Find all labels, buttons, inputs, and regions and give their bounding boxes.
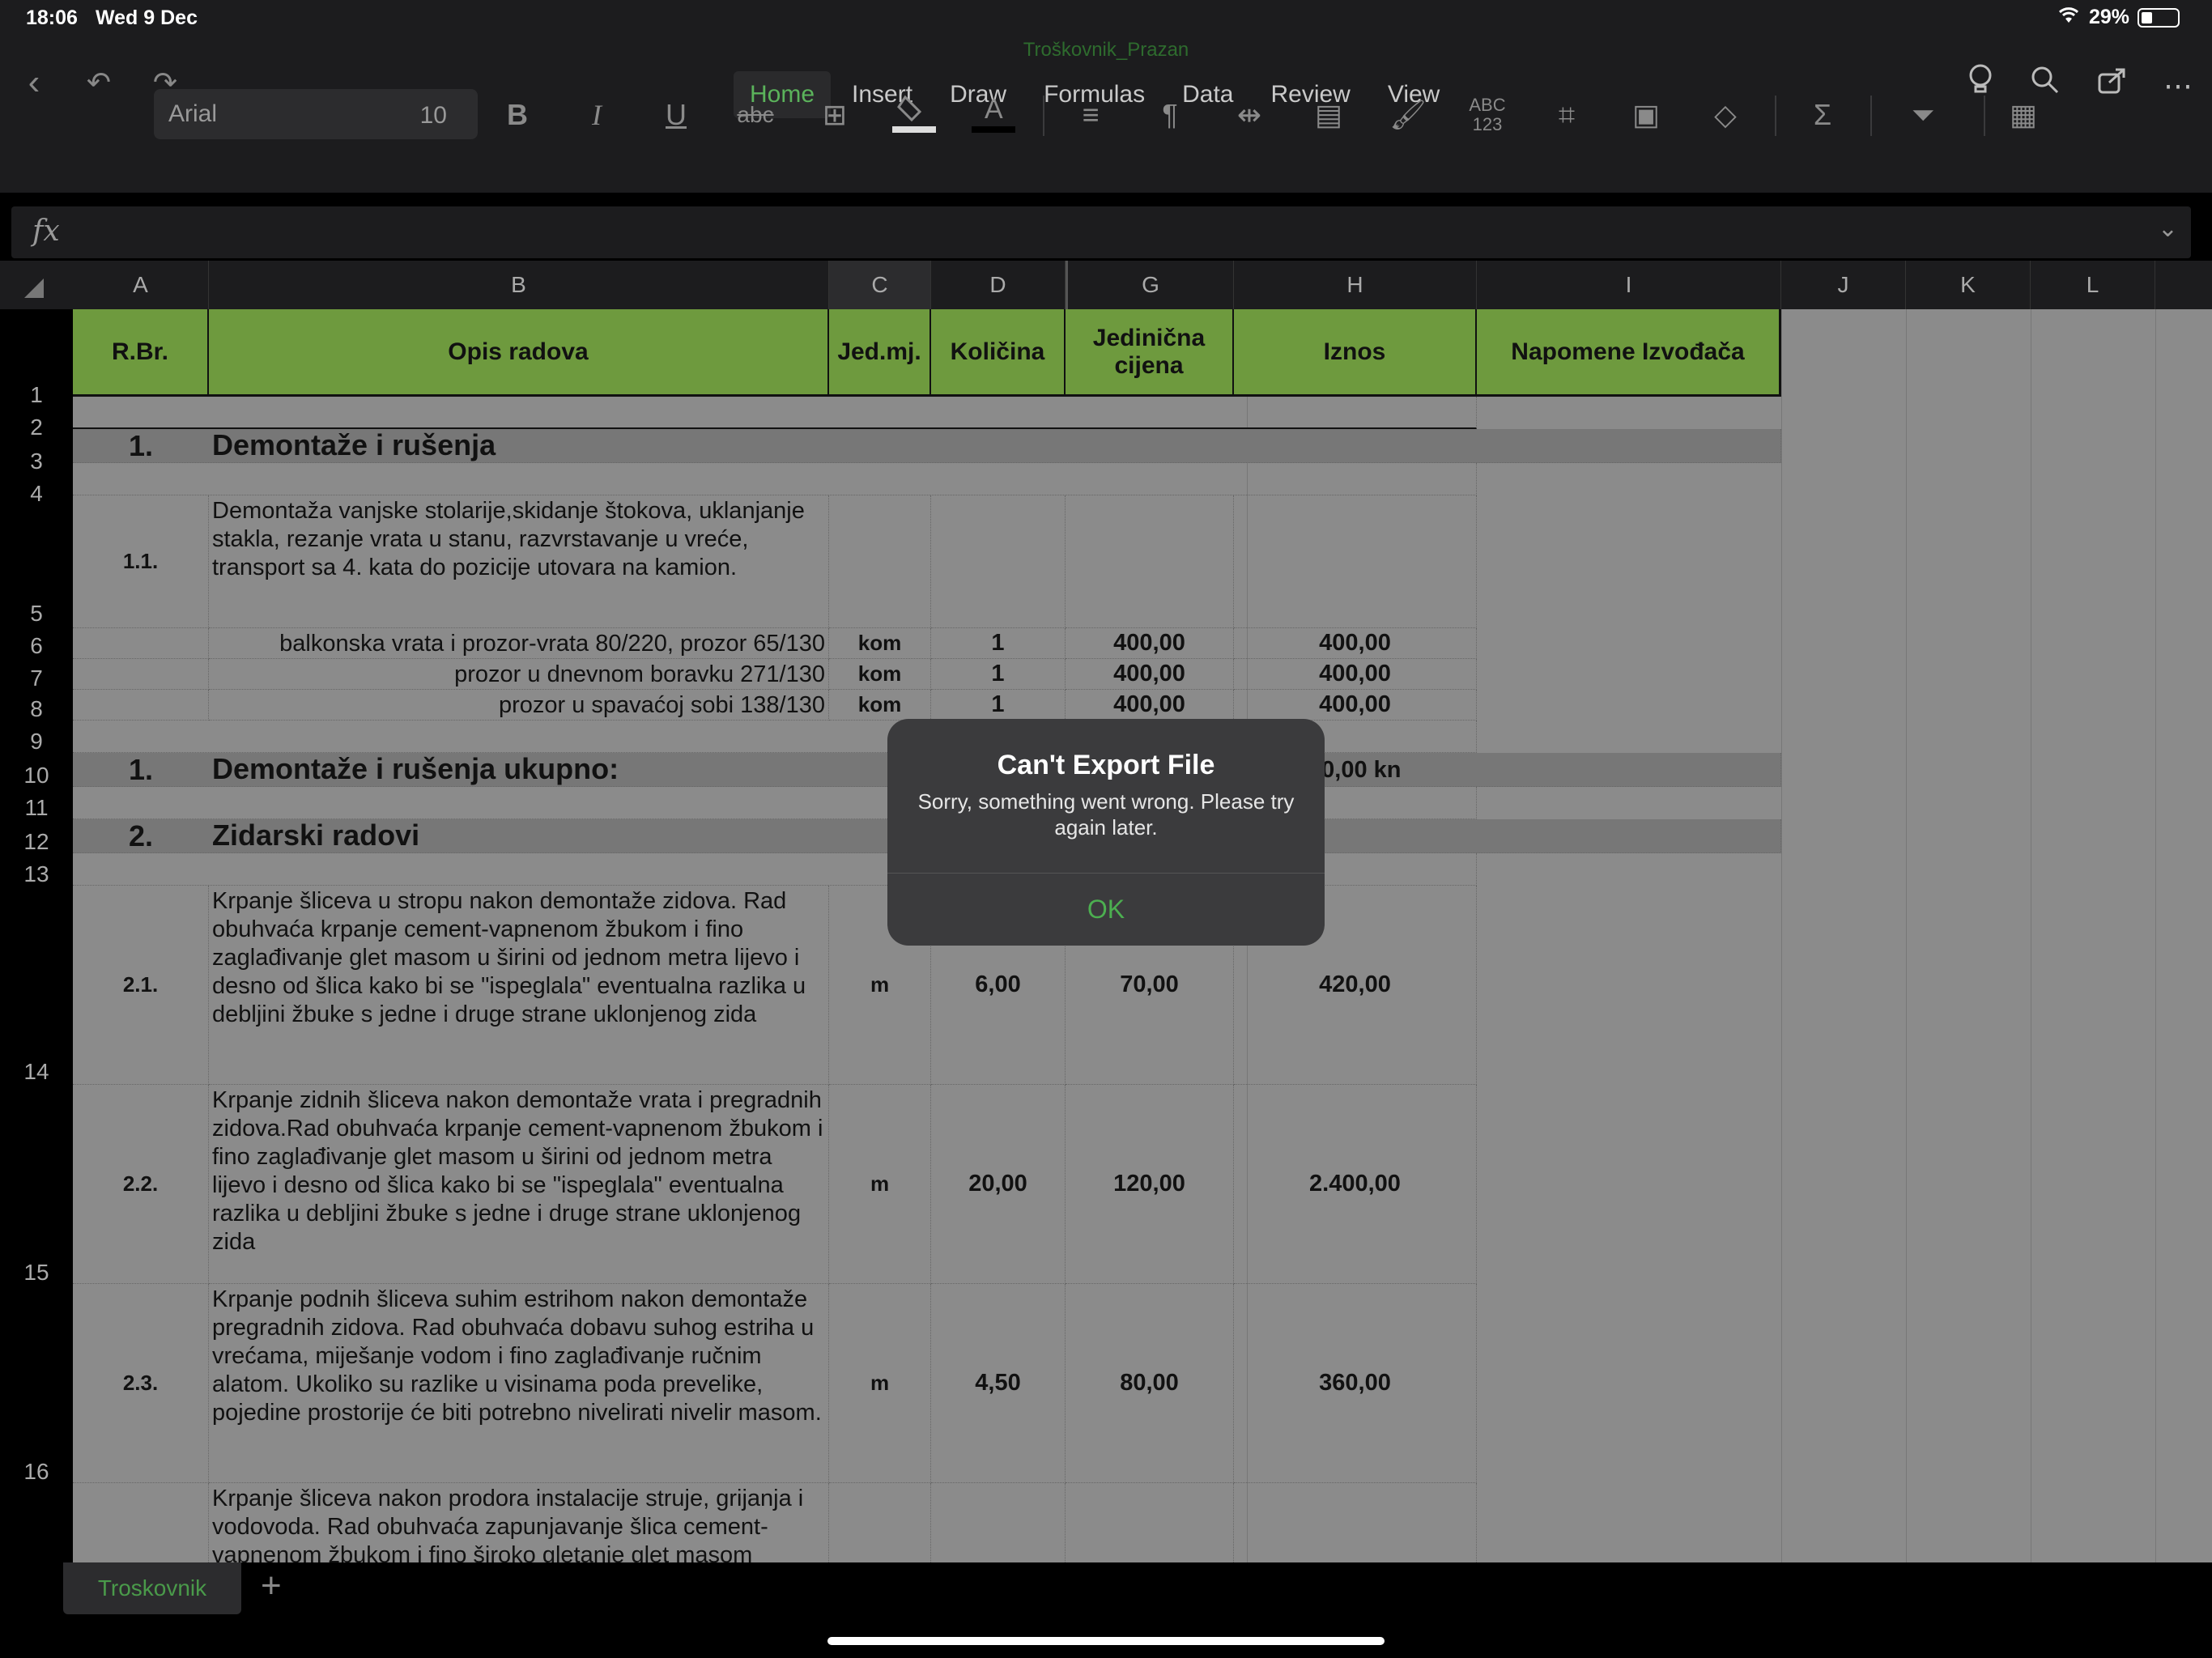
ok-button[interactable]: OK: [887, 874, 1325, 946]
export-error-alert: Can't Export File Sorry, something went …: [887, 719, 1325, 946]
alert-title: Can't Export File: [997, 750, 1215, 780]
alert-message: Sorry, something went wrong. Please try …: [917, 789, 1295, 840]
